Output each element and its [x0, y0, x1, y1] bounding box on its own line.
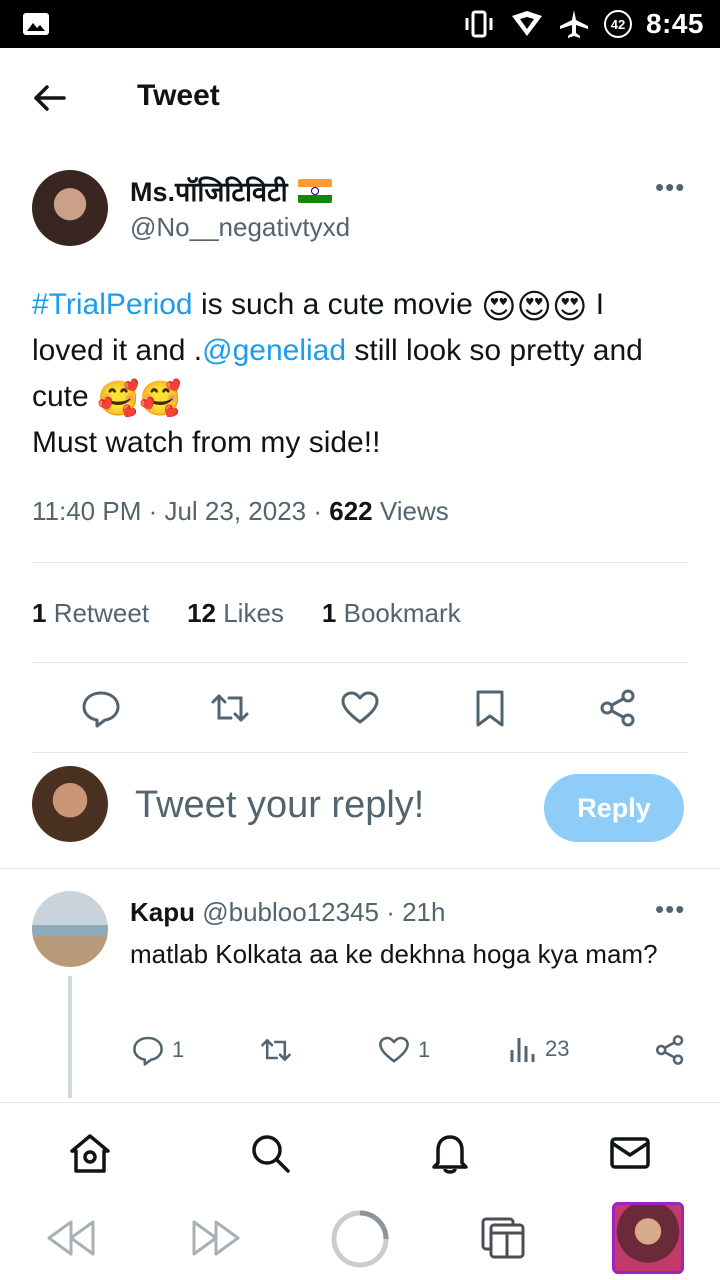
author-avatar[interactable] [32, 170, 108, 246]
home-icon[interactable] [68, 1131, 112, 1175]
profile-thumbnail[interactable] [612, 1202, 684, 1274]
reply-button[interactable]: Reply [544, 774, 684, 842]
reply-comment-action[interactable]: 1 [132, 1034, 184, 1066]
tweet-text: #TrialPeriod is such a cute movie 😍😍😍 I … [32, 282, 682, 466]
tweet-timestamp: 11:40 PM · Jul 23, 2023 · [32, 496, 330, 526]
likes-stat[interactable]: 12 Likes [187, 598, 284, 629]
reply-author-name[interactable]: Kapu [130, 897, 195, 927]
reply-like-action[interactable]: 1 [378, 1034, 430, 1066]
divider [0, 868, 720, 869]
bookmark-icon[interactable] [470, 688, 510, 728]
views-count: 622 [329, 496, 373, 526]
rewind-back-icon[interactable] [45, 1218, 97, 1258]
reply-text: matlab Kolkata aa ke dekhna hoga kya mam… [130, 939, 658, 969]
reply-views-count: 23 [545, 1036, 570, 1061]
loading-spinner-icon[interactable] [330, 1209, 390, 1269]
more-options-icon[interactable]: ••• [655, 172, 685, 203]
search-icon[interactable] [248, 1131, 292, 1175]
messages-mail-icon[interactable] [608, 1131, 652, 1175]
current-user-avatar[interactable] [32, 766, 108, 842]
author-handle[interactable]: @No__negativtyxd [130, 212, 350, 243]
tabs-switcher-icon[interactable] [480, 1214, 526, 1260]
reply-author-avatar[interactable] [32, 891, 108, 967]
reply-header: Kapu @bubloo12345 · 21h [130, 897, 445, 928]
notifications-bell-icon[interactable] [428, 1131, 472, 1175]
retweets-stat[interactable]: 1 Retweet [32, 598, 149, 629]
like-heart-icon [379, 1036, 409, 1063]
tweet-stats: 1 Retweet 12 Likes 1 Bookmark [32, 598, 461, 629]
top-header: Tweet [0, 48, 720, 148]
analytics-icon [510, 1038, 535, 1062]
wifi-icon [511, 11, 542, 36]
tweet-meta: 11:40 PM · Jul 23, 2023 · 622 Views [32, 496, 449, 527]
vibrate-icon [465, 10, 493, 38]
reply-more-options-icon[interactable]: ••• [655, 894, 685, 925]
divider [32, 562, 688, 563]
author-name[interactable]: Ms.पॉजिटिविटी [130, 172, 288, 209]
hashtag-link[interactable]: #TrialPeriod [32, 288, 193, 321]
share-icon[interactable] [598, 688, 638, 728]
author-name-row[interactable]: Ms.पॉजिटिविटी [130, 172, 332, 209]
back-arrow-icon[interactable] [30, 78, 70, 118]
status-time: 8:45 [645, 8, 704, 39]
airplane-icon [559, 10, 588, 38]
tweet-actions [0, 688, 720, 730]
battery-indicator: 42 [603, 10, 632, 38]
reply-views-action[interactable]: 23 [509, 1034, 569, 1064]
browser-toolbar [0, 1198, 720, 1280]
reply-input[interactable]: Tweet your reply! [135, 784, 424, 827]
tweet-text-segment: is such a cute movie [192, 288, 482, 321]
reply-icon[interactable] [81, 688, 121, 728]
page-title: Tweet [137, 79, 220, 112]
like-heart-icon[interactable] [340, 688, 380, 728]
mention-link[interactable]: @geneliad [202, 334, 346, 367]
fast-forward-icon[interactable] [190, 1218, 242, 1258]
reply-handle-time[interactable]: @bubloo12345 · 21h [195, 897, 445, 927]
status-bar: 42 8:45 [0, 0, 720, 48]
tweet-text-line2: Must watch from my side!! [32, 426, 381, 459]
heart-eyes-emoji: 😍😍😍 [481, 288, 588, 326]
smiling-hearts-emoji: 🥰🥰 [97, 380, 182, 418]
bookmarks-stat[interactable]: 1 Bookmark [322, 598, 461, 629]
image-notification-icon [23, 13, 49, 35]
retweet-icon[interactable] [210, 688, 250, 728]
share-icon [655, 1035, 684, 1065]
reply-like-count: 1 [418, 1037, 431, 1062]
views-label: Views [372, 496, 449, 526]
retweet-icon [261, 1039, 291, 1061]
reply-comment-count: 1 [172, 1037, 185, 1062]
bottom-navigation [0, 1102, 720, 1198]
divider [32, 662, 688, 663]
reply-icon [133, 1036, 163, 1066]
india-flag-icon [297, 178, 332, 203]
reply-retweet-action[interactable] [259, 1034, 293, 1066]
reply-actions: 1 1 23 [0, 1034, 720, 1070]
reply-share-action[interactable] [654, 1034, 686, 1066]
divider [32, 752, 688, 753]
